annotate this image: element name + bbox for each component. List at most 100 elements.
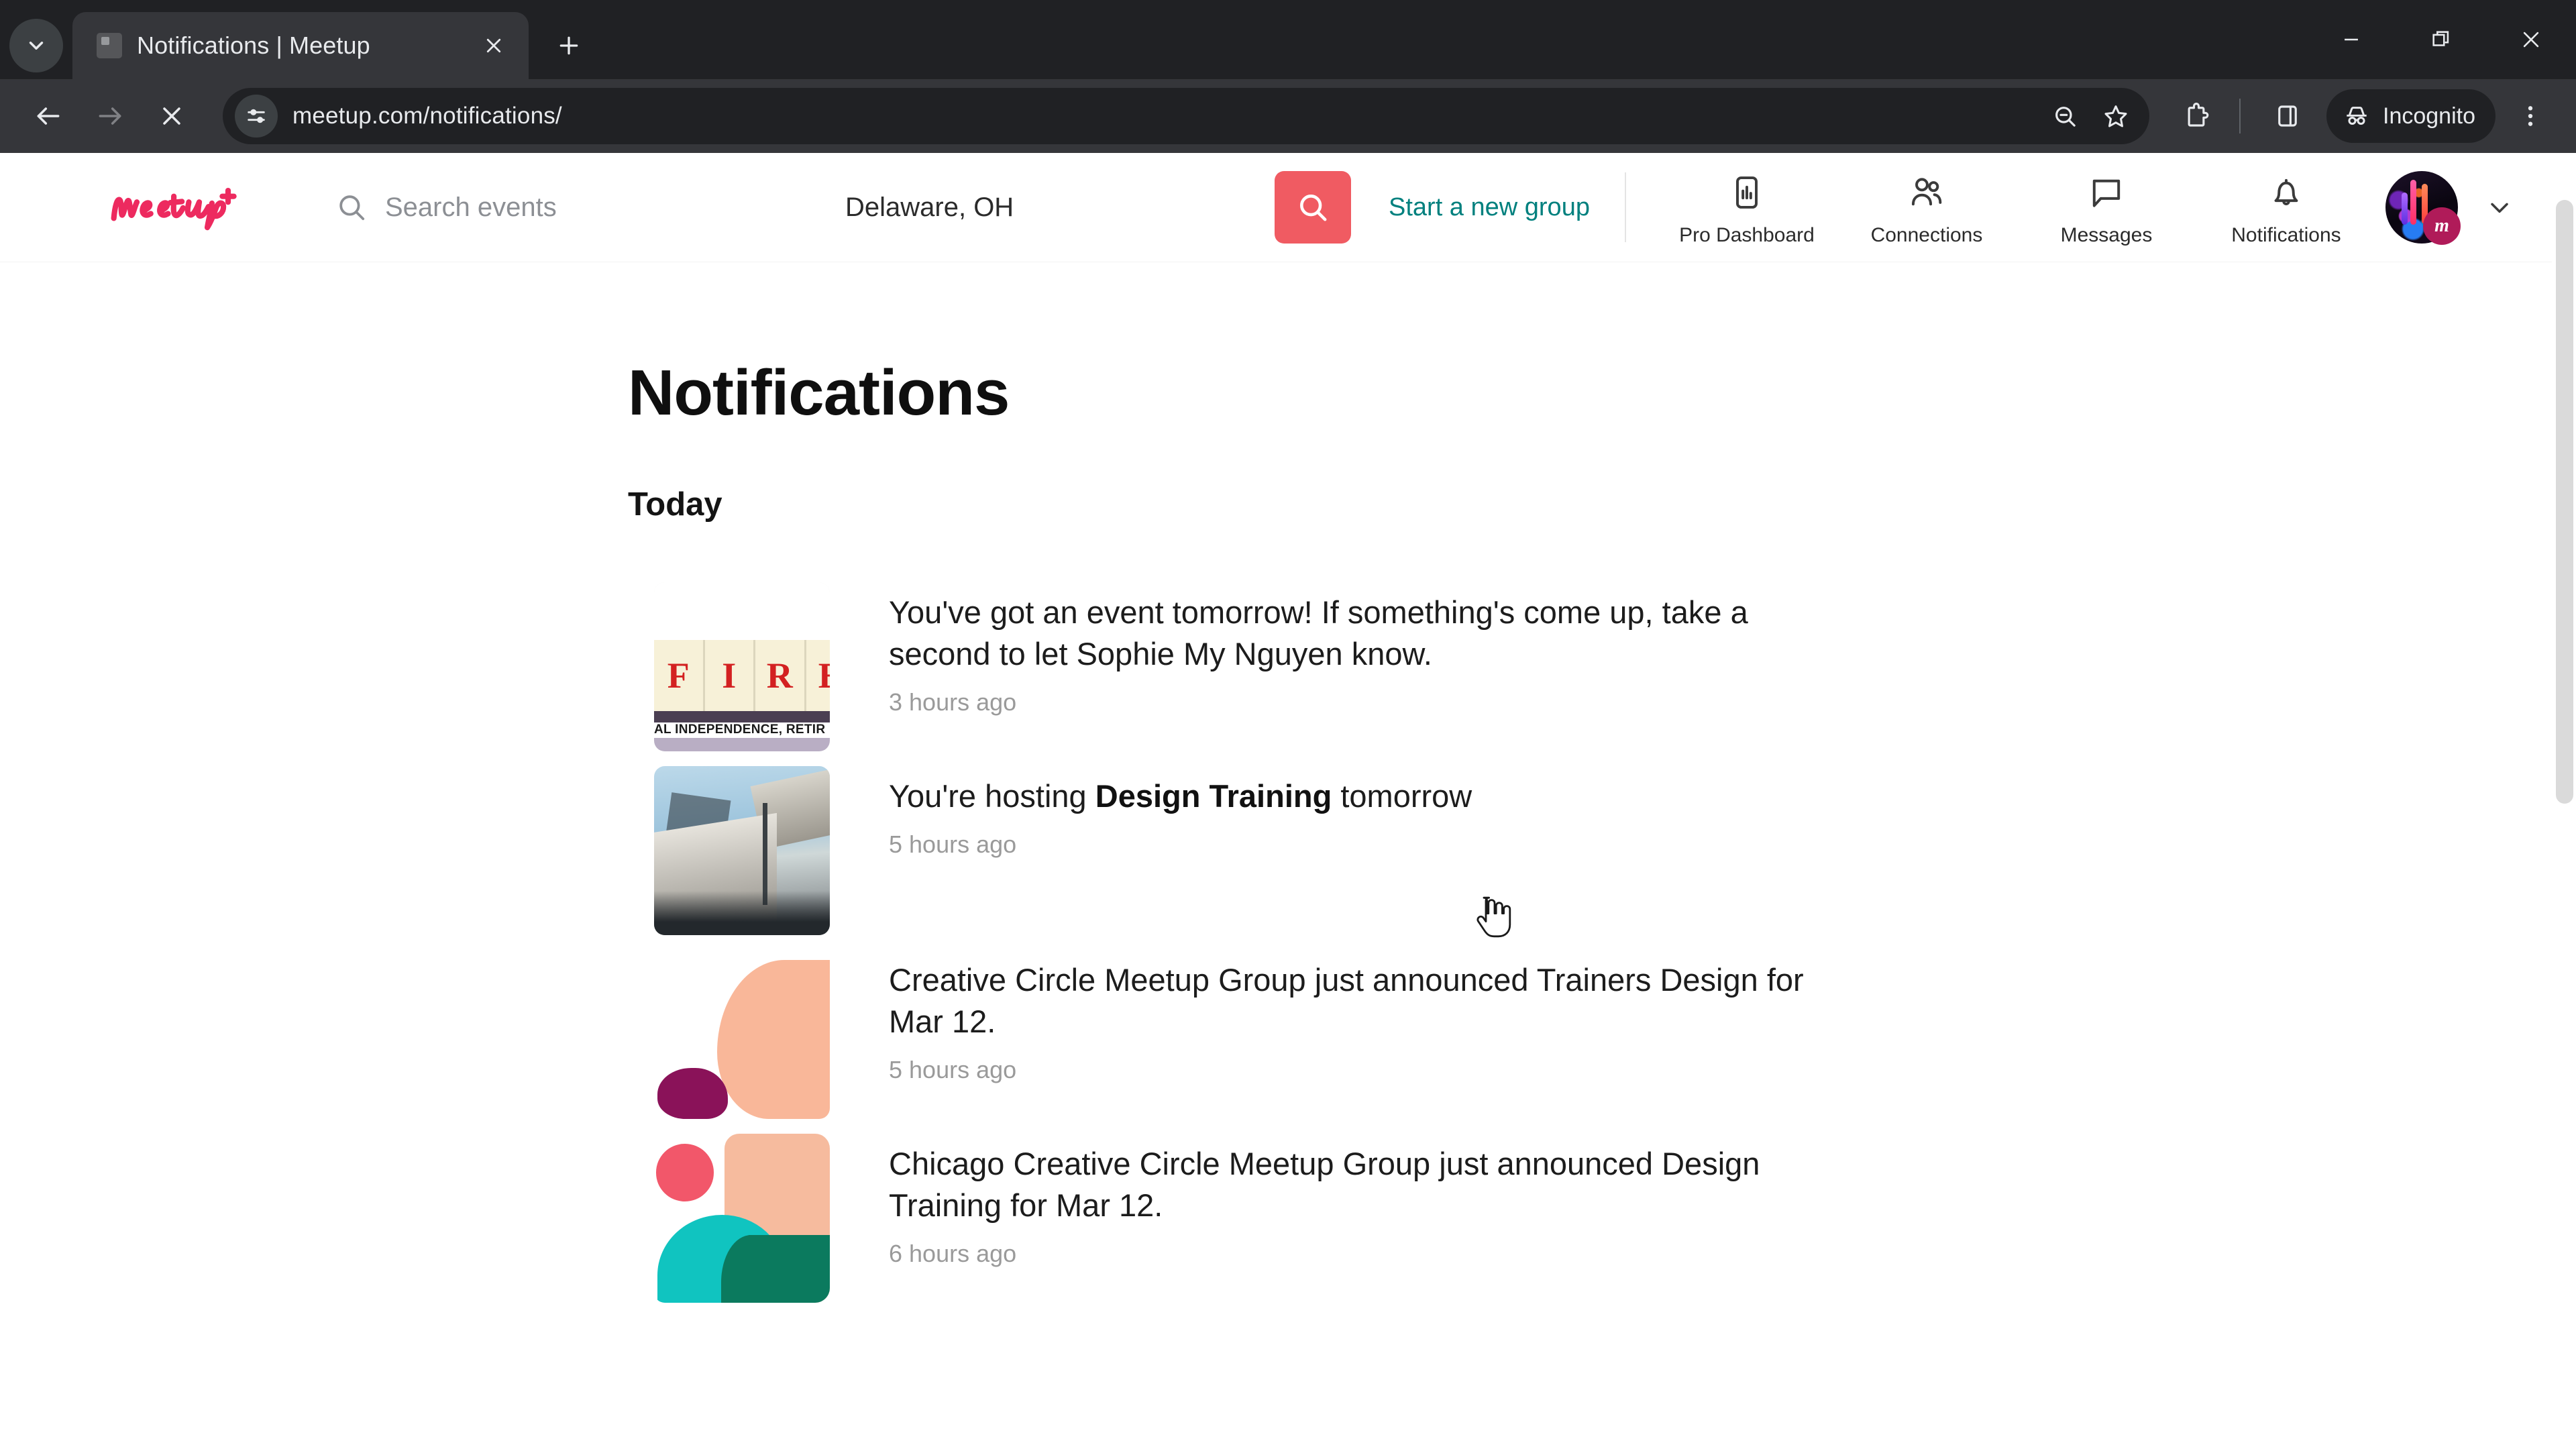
thumb-caption: AL INDEPENDENCE, RETIR	[654, 722, 826, 737]
fire-tiles-photo-thumbnail: F I R E AL INDEPENDENCE, RETIR	[654, 582, 830, 751]
notification-item[interactable]: Chicago Creative Circle Meetup Group jus…	[0, 1134, 2576, 1303]
page-content: Notifications Today F I R E	[0, 153, 2576, 1449]
meetup-pro-badge: m	[2422, 207, 2461, 245]
window-controls	[2306, 0, 2576, 79]
notification-text: You've got an event tomorrow! If somethi…	[889, 592, 1828, 675]
notification-text-bold: Design Training	[1095, 778, 1332, 814]
notification-text-prefix: You're hosting	[889, 778, 1095, 814]
notification-text-suffix: tomorrow	[1332, 778, 1472, 814]
browser-toolbar: meetup.com/notifications/ Incognito	[0, 79, 2576, 153]
bookmark-button[interactable]	[2090, 91, 2141, 142]
nav-item-connections[interactable]: Connections	[1837, 168, 2017, 247]
nav-label: Connections	[1870, 224, 1983, 246]
nav-item-notifications[interactable]: Notifications	[2196, 168, 2376, 247]
notification-timestamp: 3 hours ago	[889, 688, 1017, 716]
plus-icon	[559, 36, 578, 55]
avatar[interactable]: m	[2385, 171, 2461, 245]
browser-window: Notifications | Meetup meetup.com/notifi…	[0, 0, 2576, 1449]
browser-menu-button[interactable]	[2502, 88, 2559, 144]
account-menu[interactable]: m	[2385, 171, 2532, 245]
meetup-logo[interactable]	[107, 182, 309, 232]
notification-timestamp: 5 hours ago	[889, 830, 1017, 859]
location-input[interactable]: Delaware, OH	[845, 193, 1275, 223]
abstract-peach-magenta-thumbnail	[654, 950, 830, 1119]
header-nav: Pro Dashboard Connections Messages Notif…	[1657, 168, 2376, 247]
three-dot-menu-icon	[2528, 106, 2533, 126]
notification-item[interactable]: Creative Circle Meetup Group just announ…	[0, 950, 2576, 1119]
maximize-button[interactable]	[2396, 0, 2486, 79]
meetup-favicon	[97, 33, 122, 58]
incognito-label: Incognito	[2383, 103, 2475, 129]
tab-strip: Notifications | Meetup	[0, 0, 2576, 79]
extensions-button[interactable]	[2168, 88, 2224, 144]
chevron-down-icon	[29, 42, 44, 50]
nav-label: Notifications	[2231, 224, 2341, 246]
close-icon	[2523, 32, 2539, 48]
page-scrollbar[interactable]	[2552, 153, 2576, 1449]
stop-icon	[163, 107, 180, 125]
nav-label: Pro Dashboard	[1679, 224, 1815, 246]
pro-dashboard-icon	[1735, 176, 1758, 209]
side-panel-icon	[2278, 105, 2297, 127]
thumb-tile: F	[654, 639, 705, 711]
search-submit-button[interactable]	[1275, 171, 1351, 244]
forward-button[interactable]	[79, 85, 141, 147]
page-title: Notifications	[628, 357, 1010, 429]
site-settings-button[interactable]	[235, 95, 278, 138]
search-icon	[1300, 195, 1327, 221]
minimize-button[interactable]	[2306, 0, 2396, 79]
address-bar[interactable]: meetup.com/notifications/	[223, 88, 2149, 144]
back-arrow-icon	[37, 107, 60, 125]
url-text: meetup.com/notifications/	[292, 103, 562, 129]
meetup-wordmark-icon	[111, 187, 237, 231]
tab-title: Notifications | Meetup	[137, 32, 370, 59]
notification-item[interactable]: F I R E AL INDEPENDENCE, RETIR You've go…	[0, 582, 2576, 751]
toolbar-divider	[2239, 99, 2241, 133]
notification-timestamp: 6 hours ago	[889, 1240, 1017, 1268]
nav-label: Messages	[2060, 224, 2153, 246]
notification-text-main: You've got an event tomorrow! If somethi…	[889, 594, 1748, 672]
search-icon	[339, 195, 365, 221]
city-building-photo-thumbnail	[654, 766, 830, 935]
thumb-tile: R	[755, 639, 806, 711]
incognito-indicator[interactable]: Incognito	[2326, 89, 2496, 143]
new-tab-button[interactable]	[545, 21, 593, 70]
location-value: Delaware, OH	[845, 192, 1014, 222]
account-chevron-button[interactable]	[2467, 175, 2532, 239]
back-button[interactable]	[17, 85, 79, 147]
close-window-button[interactable]	[2486, 0, 2576, 79]
incognito-icon	[2347, 107, 2367, 125]
site-header: Search events Delaware, OH Start a new g…	[0, 153, 2576, 262]
tab-search-button[interactable]	[9, 19, 63, 72]
thumb-tile: I	[704, 639, 755, 711]
chevron-down-icon	[2491, 203, 2508, 213]
notification-item[interactable]: You're hosting Design Training tomorrow …	[0, 766, 2576, 935]
side-panel-button[interactable]	[2259, 88, 2316, 144]
forward-arrow-icon	[99, 107, 121, 125]
puzzle-icon	[2188, 103, 2209, 127]
notification-text-main: Creative Circle Meetup Group just announ…	[889, 962, 1804, 1040]
notification-text: Chicago Creative Circle Meetup Group jus…	[889, 1143, 1828, 1226]
zoom-out-button[interactable]	[2039, 91, 2090, 142]
browser-tab[interactable]: Notifications | Meetup	[72, 12, 529, 79]
notification-list: F I R E AL INDEPENDENCE, RETIR You've go…	[0, 582, 2576, 1303]
message-icon	[2092, 179, 2121, 207]
notification-text: You're hosting Design Training tomorrow	[889, 775, 1828, 817]
start-new-group-link[interactable]: Start a new group	[1389, 193, 1590, 222]
stop-loading-button[interactable]	[141, 85, 203, 147]
notification-text: Creative Circle Meetup Group just announ…	[889, 959, 1828, 1042]
bell-icon	[2274, 178, 2298, 206]
close-tab-button[interactable]	[475, 27, 513, 64]
zoom-out-icon	[2055, 107, 2076, 127]
minimize-icon	[2345, 38, 2358, 41]
section-heading-today: Today	[628, 486, 722, 523]
nav-item-pro-dashboard[interactable]: Pro Dashboard	[1657, 168, 1837, 247]
search-events-field[interactable]: Search events	[335, 191, 845, 223]
tune-icon	[248, 109, 265, 123]
notification-text-main: Chicago Creative Circle Meetup Group jus…	[889, 1146, 1760, 1224]
nav-item-messages[interactable]: Messages	[2017, 168, 2196, 247]
abstract-pink-teal-peach-thumbnail	[654, 1134, 830, 1303]
search-events-placeholder: Search events	[385, 192, 557, 222]
header-divider	[1624, 172, 1626, 242]
scrollbar-thumb[interactable]	[2556, 200, 2573, 804]
